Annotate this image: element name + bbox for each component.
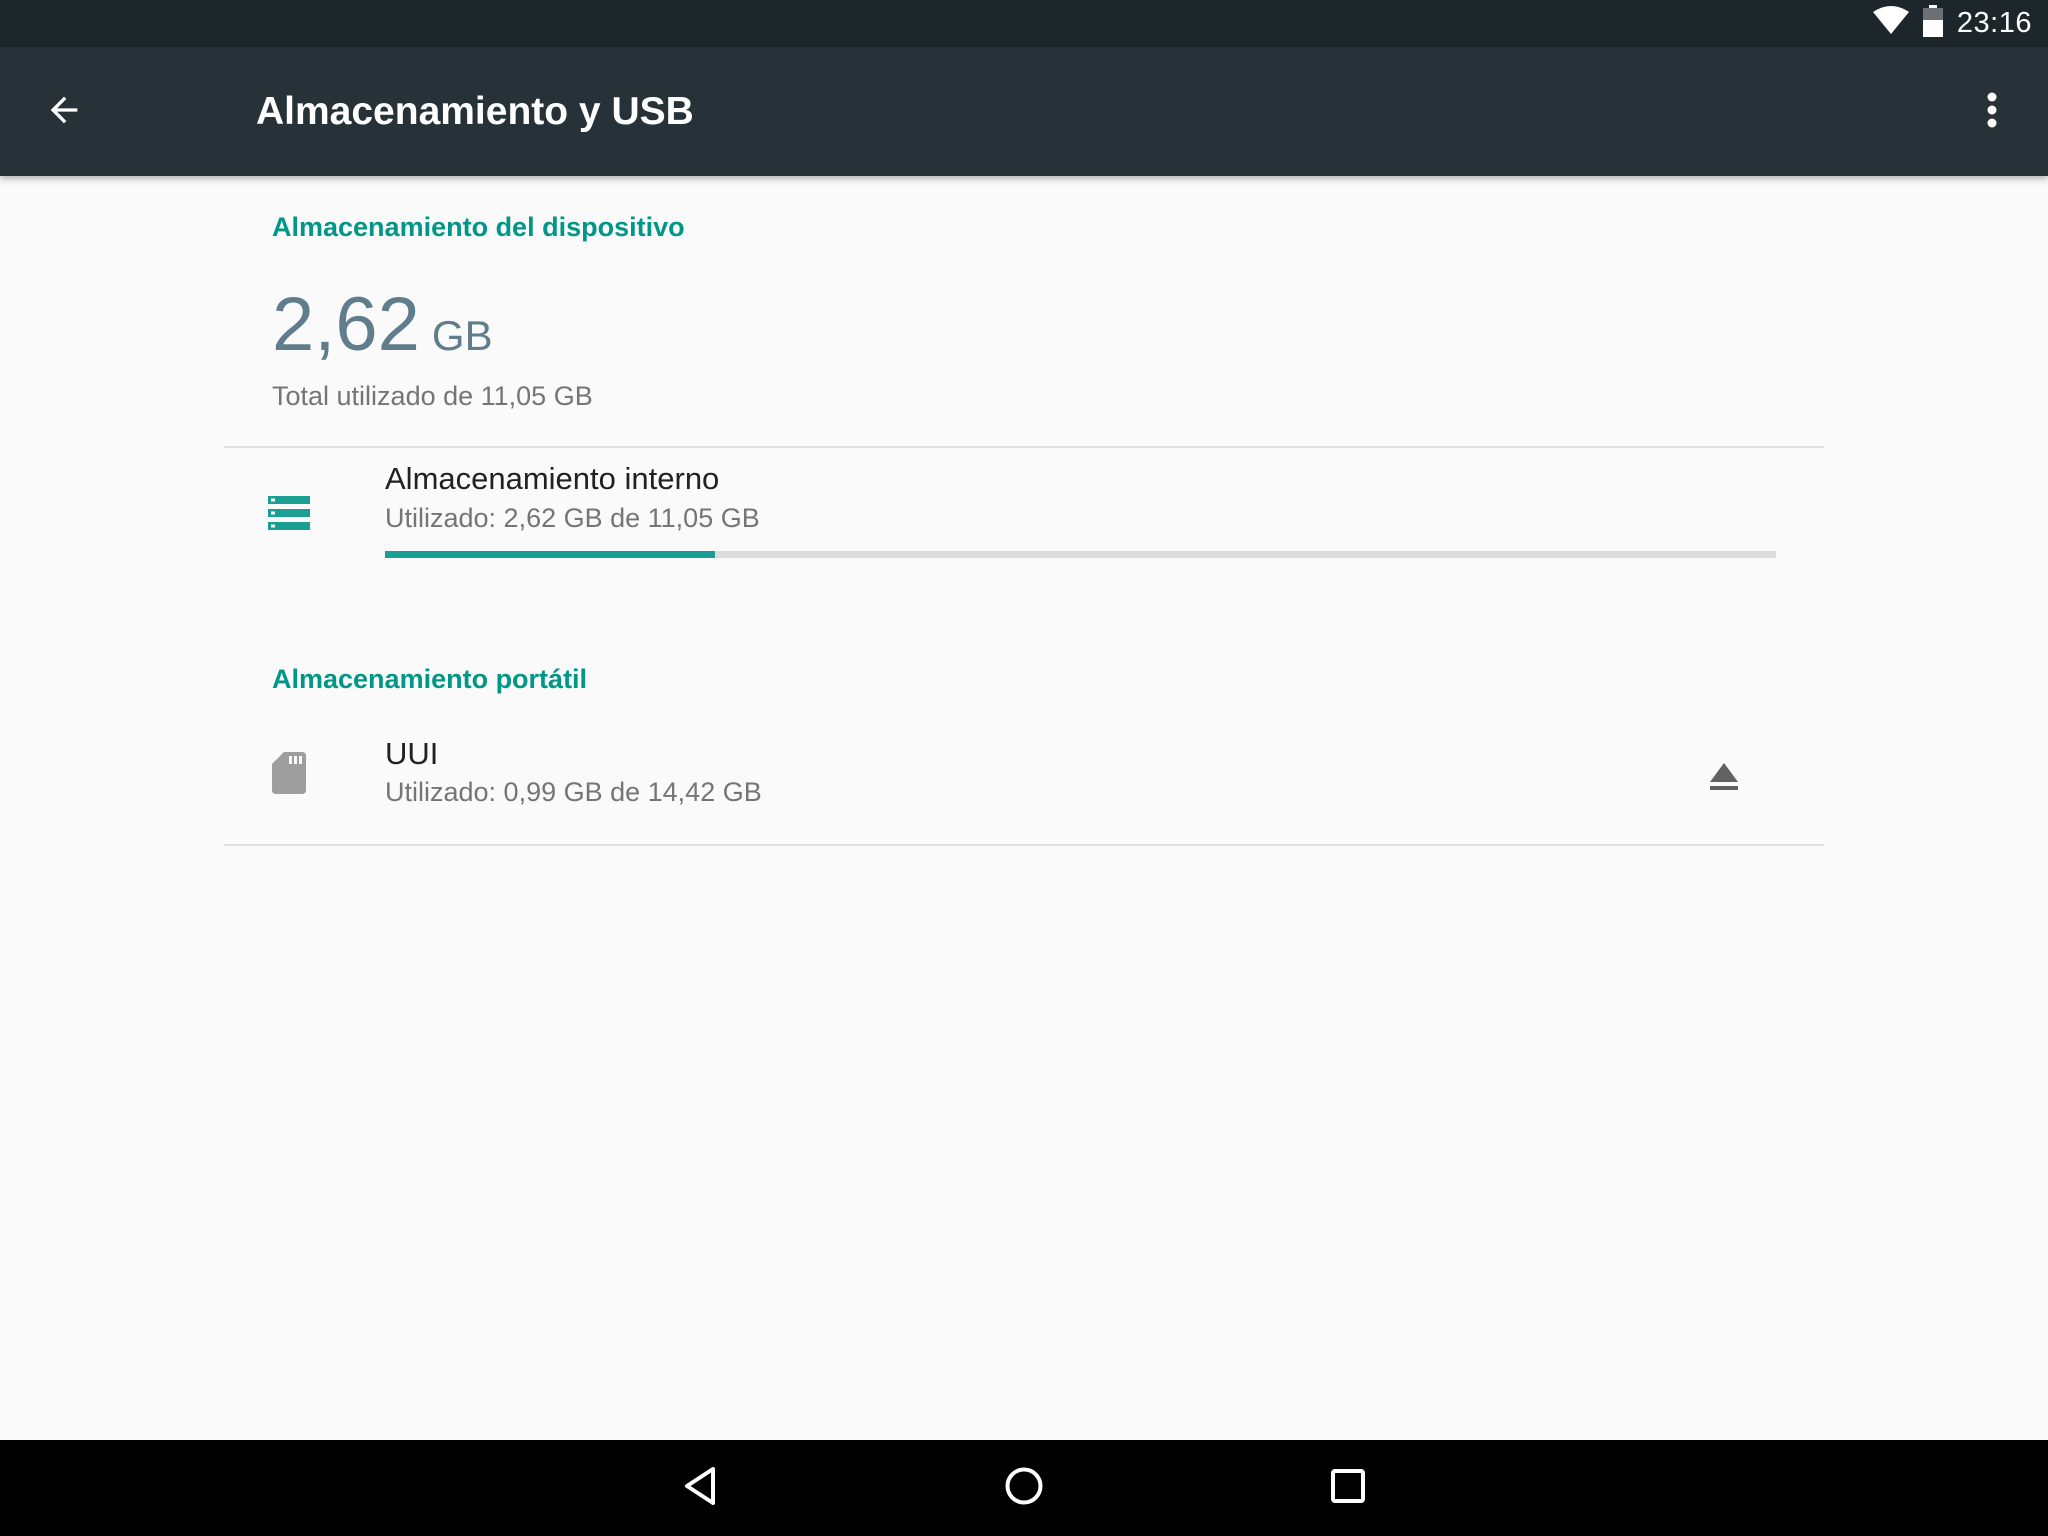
storage-progress-bar — [385, 551, 1776, 558]
status-time: 23:16 — [1956, 7, 2032, 39]
device-storage-header: Almacenamiento del dispositivo — [272, 212, 685, 242]
used-unit: GB — [431, 312, 493, 359]
storage-summary: 2,62 GB — [272, 281, 493, 368]
status-icons: 23:16 — [1872, 0, 2032, 47]
internal-storage-title: Almacenamiento interno — [385, 461, 720, 496]
back-button[interactable] — [32, 80, 96, 144]
total-used-text: Total utilizado de 11,05 GB — [272, 381, 593, 411]
portable-storage-header: Almacenamiento portátil — [272, 664, 588, 694]
wifi-icon — [1872, 6, 1909, 41]
navigation-bar — [0, 1440, 2048, 1536]
overflow-menu-button[interactable] — [1960, 80, 2024, 144]
storage-icon — [268, 496, 310, 535]
nav-recents-button[interactable] — [1316, 1456, 1380, 1520]
app-bar: Almacenamiento y USB — [0, 47, 2048, 176]
divider — [224, 844, 1824, 846]
battery-icon — [1922, 5, 1943, 42]
more-vert-icon — [1986, 92, 1998, 133]
status-bar: 23:16 — [0, 0, 2048, 47]
portable-storage-row[interactable]: UUI Utilizado: 0,99 GB de 14,42 GB — [224, 720, 1824, 840]
storage-content: Almacenamiento del dispositivo 2,62 GB T… — [0, 176, 2048, 1440]
internal-storage-subtitle: Utilizado: 2,62 GB de 11,05 GB — [385, 503, 760, 533]
recents-nav-icon — [1330, 1468, 1366, 1509]
internal-storage-row[interactable]: Almacenamiento interno Utilizado: 2,62 G… — [224, 448, 1824, 594]
eject-icon — [1709, 761, 1739, 796]
home-nav-icon — [1004, 1466, 1044, 1511]
back-nav-icon — [682, 1466, 718, 1511]
eject-button[interactable] — [1692, 746, 1756, 810]
sd-card-icon — [272, 752, 306, 799]
nav-back-button[interactable] — [668, 1456, 732, 1520]
storage-progress-fill — [385, 551, 715, 558]
portable-storage-subtitle: Utilizado: 0,99 GB de 14,42 GB — [385, 777, 762, 807]
nav-home-button[interactable] — [992, 1456, 1056, 1520]
portable-storage-title: UUI — [385, 736, 439, 771]
page-title: Almacenamiento y USB — [256, 89, 694, 133]
used-value: 2,62 — [272, 282, 420, 367]
arrow-back-icon — [44, 90, 84, 135]
